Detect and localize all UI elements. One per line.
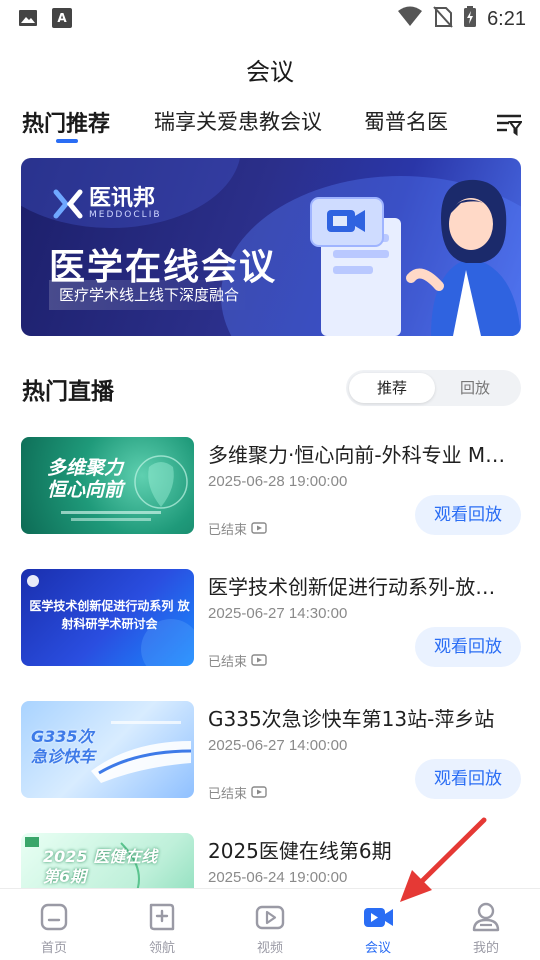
no-sim-icon (433, 6, 453, 32)
live-segment-control: 推荐 回放 (346, 370, 521, 406)
wifi-icon (397, 6, 423, 32)
meeting-title: 2025医健在线第6期 (208, 839, 392, 863)
promo-banner[interactable]: 医讯邦 MEDDOCLIB 医学在线会议 医疗学术线上线下深度融合 (21, 158, 521, 336)
app-notification-icon: A (52, 8, 72, 28)
battery-charging-icon (463, 6, 477, 32)
meeting-status: 已结束 (208, 519, 267, 538)
status-bar: A 6:21 (0, 0, 540, 36)
home-icon (40, 903, 68, 931)
gallery-notification-icon (18, 8, 38, 32)
nav-pilot[interactable]: 领航 (108, 889, 216, 960)
tab-hot-recommend[interactable]: 热门推荐 (22, 106, 110, 138)
watch-replay-button[interactable]: 观看回放 (415, 627, 521, 667)
meeting-thumbnail: 2025 医健在线 第6期 (21, 833, 194, 888)
meeting-title: 多维聚力·恒心向前-外科专业 M… (208, 443, 506, 467)
replay-video-icon (251, 784, 267, 802)
brand-logo-icon (53, 189, 83, 219)
meeting-time: 2025-06-24 19:00:00 (208, 869, 348, 886)
segment-replay[interactable]: 回放 (432, 373, 518, 403)
nav-profile[interactable]: 我的 (432, 889, 540, 960)
replay-video-icon (251, 652, 267, 670)
meeting-time: 2025-06-28 19:00:00 (208, 473, 348, 490)
bottom-navigation: 首页 领航 视频 会议 我的 (0, 888, 540, 960)
meeting-status: 已结束 (208, 651, 267, 670)
segment-recommend[interactable]: 推荐 (349, 373, 435, 403)
filter-menu-icon[interactable] (496, 111, 523, 137)
meeting-thumbnail: 多维聚力 恒心向前 (21, 437, 194, 534)
meeting-time: 2025-06-27 14:30:00 (208, 605, 348, 622)
meeting-list-item[interactable]: 2025 医健在线 第6期 2025医健在线第6期 2025-06-24 19:… (21, 833, 521, 888)
profile-icon (472, 902, 500, 932)
banner-subtitle: 医疗学术线上线下深度融合 (49, 280, 250, 310)
watch-replay-button[interactable]: 观看回放 (415, 759, 521, 799)
clock: 6:21 (487, 7, 526, 30)
tab-ruixiang-patient-education[interactable]: 瑞享关爱患教会议 (154, 106, 322, 136)
meeting-thumbnail: 医学技术创新促进行动系列 放射科研学术研讨会 (21, 569, 194, 666)
live-section-title: 热门直播 (22, 379, 114, 405)
replay-video-icon (251, 520, 267, 538)
category-tabs: 热门推荐 瑞享关爱患教会议 蜀普名医 (22, 106, 522, 146)
doctor-illustration (310, 179, 521, 336)
meeting-title: G335次急诊快车第13站-萍乡站 (208, 707, 495, 731)
tab-shupu-famous-doctors[interactable]: 蜀普名医 (364, 106, 448, 136)
meeting-list-item[interactable]: 医学技术创新促进行动系列 放射科研学术研讨会 医学技术创新促进行动系列-放… 2… (21, 569, 521, 670)
active-tab-indicator (56, 139, 78, 143)
nav-video[interactable]: 视频 (216, 889, 324, 960)
meeting-status: 已结束 (208, 783, 267, 802)
meeting-camera-icon (364, 908, 393, 927)
watch-replay-button[interactable]: 观看回放 (415, 495, 521, 535)
brand-logo: 医讯邦 MEDDOCLIB (53, 188, 162, 220)
meeting-title: 医学技术创新促进行动系列-放… (208, 575, 496, 599)
nav-home[interactable]: 首页 (0, 889, 108, 960)
meeting-list-item[interactable]: G335次 急诊快车 G335次急诊快车第13站-萍乡站 2025-06-27 … (21, 701, 521, 802)
nav-meeting[interactable]: 会议 (324, 889, 432, 960)
compass-icon (149, 903, 175, 931)
meeting-thumbnail: G335次 急诊快车 (21, 701, 194, 798)
video-icon (255, 905, 285, 930)
meeting-list-item[interactable]: 多维聚力 恒心向前 多维聚力·恒心向前-外科专业 M… 2025-06-28 1… (21, 437, 521, 538)
page-title: 会议 (246, 58, 294, 86)
meeting-time: 2025-06-27 14:00:00 (208, 737, 348, 754)
